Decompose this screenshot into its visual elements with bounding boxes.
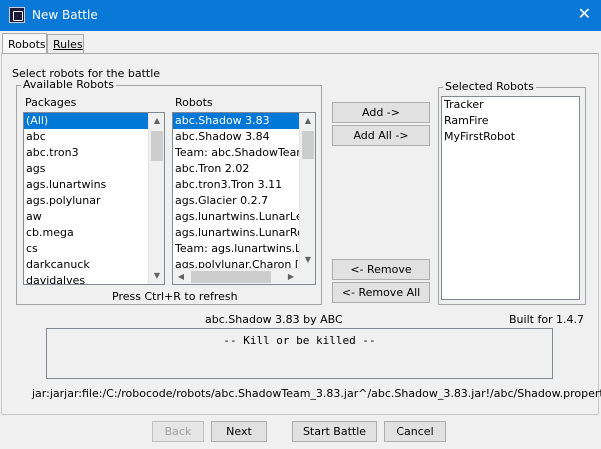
selected-robot-item[interactable]: Tracker <box>442 97 579 113</box>
package-list-item[interactable]: abc <box>24 129 164 145</box>
robot-list-item[interactable]: abc.Tron 2.02 <box>173 161 315 177</box>
robot-jar-path: jar:jarjar:file:/C:/robocode/robots/abc.… <box>32 387 601 400</box>
tab-strip: Robots Rules <box>0 33 601 54</box>
package-list-item[interactable]: (All) <box>24 113 164 129</box>
packages-scrollbar[interactable]: ▲ ▼ <box>148 113 164 284</box>
package-list-item[interactable]: ags.polylunar <box>24 193 164 209</box>
scroll-down-icon[interactable]: ▼ <box>300 252 315 268</box>
scroll-up-icon[interactable]: ▲ <box>149 113 164 129</box>
robot-list-item[interactable]: abc.Shadow 3.83 <box>173 113 315 129</box>
robot-list-item[interactable]: Team: abc.ShadowTeam 3 <box>173 145 315 161</box>
package-list-item[interactable]: darkcanuck <box>24 257 164 273</box>
scroll-thumb[interactable] <box>302 131 314 159</box>
robocode-app-icon <box>9 7 25 23</box>
built-for-version: Built for 1.4.7 <box>509 313 585 326</box>
robot-name-author: abc.Shadow 3.83 by ABC <box>205 313 343 326</box>
add-all-button[interactable]: Add All -> <box>332 125 430 146</box>
packages-header: Packages <box>25 96 77 109</box>
robots-hscrollbar[interactable]: ◀ ▶ <box>173 268 299 284</box>
selected-robots-list[interactable]: Tracker RamFire MyFirstRobot <box>441 96 580 300</box>
tab-rules[interactable]: Rules <box>47 34 84 54</box>
scroll-thumb[interactable] <box>191 271 271 283</box>
package-list-item[interactable]: davidalves <box>24 273 164 284</box>
robot-description: -- Kill or be killed -- <box>223 334 376 347</box>
tab-robots-label: Robots <box>8 38 46 51</box>
scroll-left-icon[interactable]: ◀ <box>173 269 189 284</box>
available-robots-legend: Available Robots <box>23 78 114 91</box>
back-button[interactable]: Back <box>152 421 204 442</box>
remove-button[interactable]: <- Remove <box>332 259 430 280</box>
window-title: New Battle <box>32 8 98 22</box>
selected-robot-item[interactable]: RamFire <box>442 113 579 129</box>
robot-list-item[interactable]: Team: ags.lunartwins.Lun <box>173 241 315 257</box>
robot-list-item[interactable]: abc.Shadow 3.84 <box>173 129 315 145</box>
package-list-item[interactable]: ags <box>24 161 164 177</box>
tab-rules-label: Rules <box>53 38 83 51</box>
next-button[interactable]: Next <box>211 421 267 442</box>
robot-list-item[interactable]: ags.Glacier 0.2.7 <box>173 193 315 209</box>
scroll-right-icon[interactable]: ▶ <box>283 269 299 284</box>
robot-description-box: -- Kill or be killed -- <box>46 328 553 379</box>
cancel-button[interactable]: Cancel <box>384 421 446 442</box>
package-list-item[interactable]: abc.tron3 <box>24 145 164 161</box>
package-list-item[interactable]: cb.mega <box>24 225 164 241</box>
scroll-down-icon[interactable]: ▼ <box>149 268 164 284</box>
close-icon[interactable]: ✕ <box>578 5 591 23</box>
robot-list-item[interactable]: ags.lunartwins.LunarRove <box>173 225 315 241</box>
robots-header: Robots <box>175 96 213 109</box>
scroll-thumb[interactable] <box>151 131 163 161</box>
package-list-item[interactable]: cs <box>24 241 164 257</box>
packages-list[interactable]: (All) abc abc.tron3 ags ags.lunartwins ags.po… <box>23 112 165 285</box>
package-list-item[interactable]: aw <box>24 209 164 225</box>
scroll-corner <box>299 268 315 284</box>
robot-list-item[interactable]: ags.lunartwins.LunarLead <box>173 209 315 225</box>
refresh-hint: Press Ctrl+R to refresh <box>112 290 238 303</box>
robots-list[interactable]: abc.Shadow 3.83 abc.Shadow 3.84 Team: abc.… <box>172 112 316 285</box>
title-bar: New Battle ✕ <box>0 0 601 31</box>
selected-robot-item[interactable]: MyFirstRobot <box>442 129 579 145</box>
tab-robots[interactable]: Robots <box>2 33 47 54</box>
robots-vscrollbar[interactable]: ▲ ▼ <box>299 113 315 268</box>
selected-robots-legend: Selected Robots <box>445 80 534 93</box>
remove-all-button[interactable]: <- Remove All <box>332 282 430 303</box>
add-button[interactable]: Add -> <box>332 102 430 123</box>
scroll-up-icon[interactable]: ▲ <box>300 113 315 129</box>
package-list-item[interactable]: ags.lunartwins <box>24 177 164 193</box>
start-battle-button[interactable]: Start Battle <box>292 421 377 442</box>
robot-list-item[interactable]: abc.tron3.Tron 3.11 <box>173 177 315 193</box>
